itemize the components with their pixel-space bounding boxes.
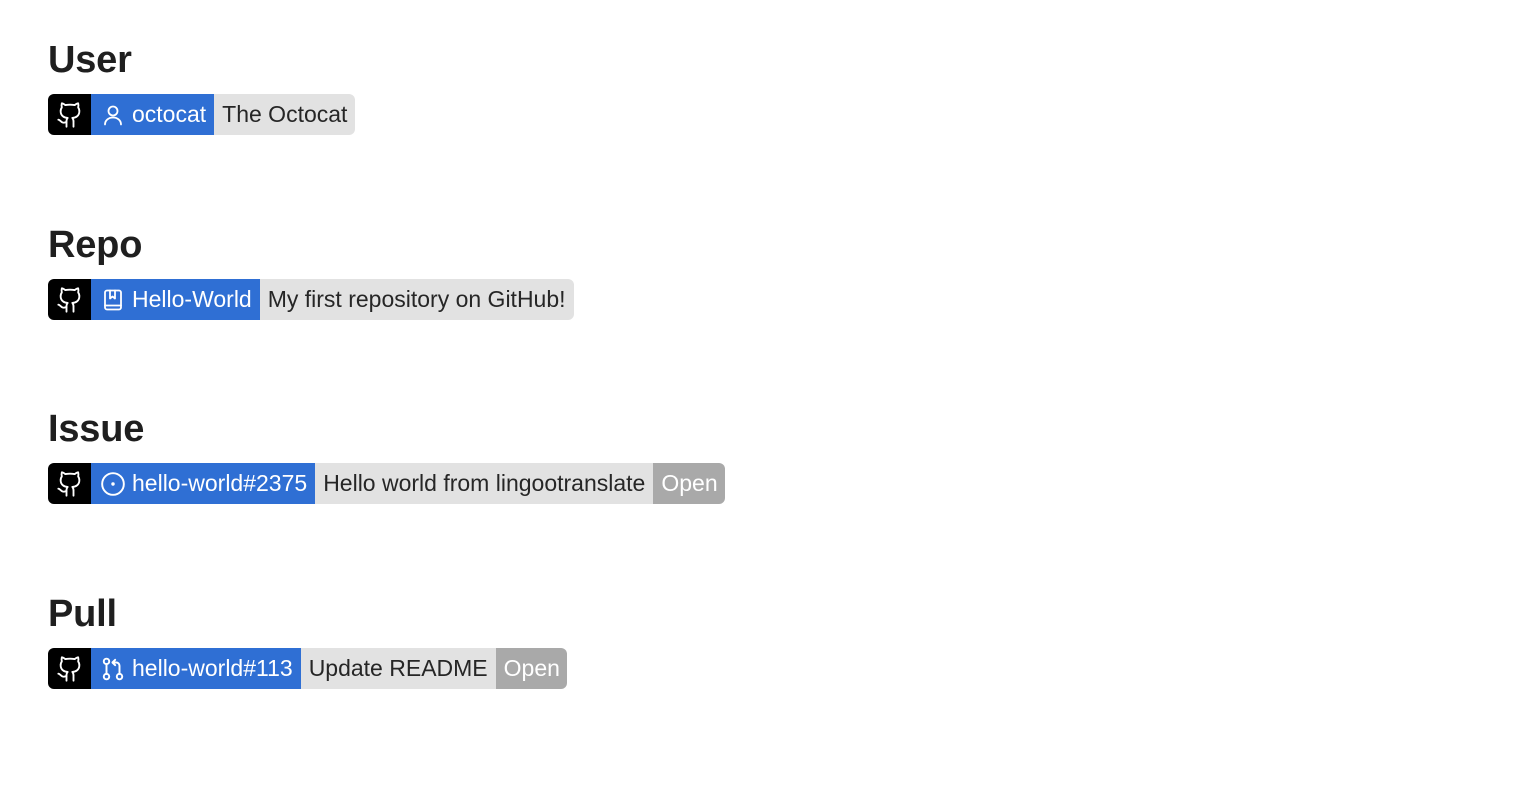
issue-badge[interactable]: hello-world#2375 Hello world from lingoo… <box>48 463 725 504</box>
pull-request-icon <box>100 656 126 682</box>
user-login-text: octocat <box>132 101 207 127</box>
issue-title: Hello world from lingootranslate <box>315 463 654 504</box>
repo-badge[interactable]: Hello-World My first repository on GitHu… <box>48 279 574 320</box>
user-login[interactable]: octocat <box>91 94 215 135</box>
person-icon <box>100 102 126 128</box>
repo-name-text: Hello-World <box>132 286 252 312</box>
issue-ref-text: hello-world#2375 <box>132 470 308 496</box>
pull-ref[interactable]: hello-world#113 <box>91 648 301 689</box>
user-badge[interactable]: octocat The Octocat <box>48 94 356 135</box>
github-logo-icon <box>48 279 91 320</box>
section-heading-repo: Repo <box>48 224 143 266</box>
section-heading-pull: Pull <box>48 593 117 635</box>
github-logo-icon <box>48 648 91 689</box>
pull-state-badge: Open <box>495 648 567 689</box>
pull-section: Pull hello-world#113 Update README Open <box>48 592 567 689</box>
repo-section: Repo Hello-World My first repository on … <box>48 223 574 320</box>
repo-description: My first repository on GitHub! <box>259 279 574 320</box>
pull-title: Update README <box>300 648 496 689</box>
user-section: User octocat The Octocat <box>48 38 356 135</box>
section-heading-user: User <box>48 39 132 81</box>
pull-badge[interactable]: hello-world#113 Update README Open <box>48 648 567 689</box>
issue-section: Issue hello-world#2375 Hello world from … <box>48 407 725 504</box>
github-logo-icon <box>48 94 91 135</box>
issue-opened-icon <box>100 471 126 497</box>
user-name: The Octocat <box>214 94 356 135</box>
issue-state-badge: Open <box>653 463 725 504</box>
repo-book-icon <box>100 287 126 313</box>
section-heading-issue: Issue <box>48 408 145 450</box>
pull-ref-text: hello-world#113 <box>132 655 293 681</box>
github-logo-icon <box>48 463 91 504</box>
repo-name[interactable]: Hello-World <box>91 279 260 320</box>
page: User octocat The Octocat Repo Hello-Worl… <box>0 0 1540 786</box>
issue-ref[interactable]: hello-world#2375 <box>91 463 316 504</box>
